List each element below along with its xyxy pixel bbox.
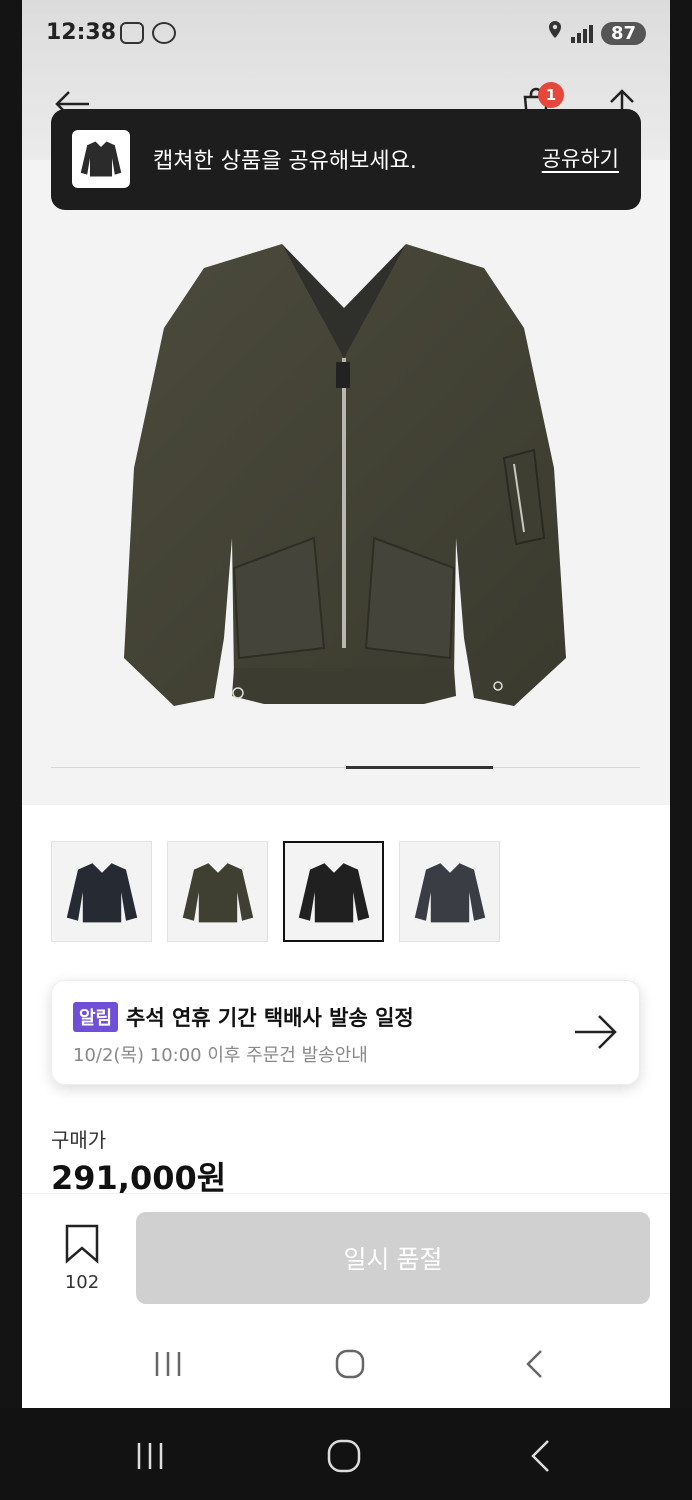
device-back-button[interactable]: [520, 1436, 560, 1476]
battery-indicator: 87: [600, 21, 646, 45]
device-frame: 12:38 87 1 캡쳐한 상품을 공유해보세요. 공유하기 알림 추석 연휴…: [0, 0, 692, 1500]
thumbnail-3[interactable]: [283, 841, 384, 942]
jacket-thumbnail-icon: [80, 141, 122, 177]
thumbnail-1-image: [66, 862, 137, 922]
home-icon: [335, 1349, 365, 1379]
bookmark-icon: [65, 1224, 99, 1264]
notification-icons: [120, 22, 176, 44]
thumbnail-2[interactable]: [167, 841, 268, 942]
toast-product-thumbnail: [72, 130, 130, 188]
device-navigation-bar: [0, 1408, 692, 1500]
signal-icon: [570, 23, 593, 43]
purchase-bar: 102 일시 품절: [22, 1193, 670, 1408]
thumbnail-4[interactable]: [399, 841, 500, 942]
location-icon: [547, 20, 563, 46]
screenshot-icon: [120, 22, 144, 44]
sold-out-button[interactable]: 일시 품절: [136, 1212, 650, 1304]
app-screen: 12:38 87 1 캡쳐한 상품을 공유해보세요. 공유하기 알림 추석 연휴…: [22, 0, 670, 1408]
home-button[interactable]: [330, 1344, 370, 1384]
recent-apps-button[interactable]: [150, 1346, 186, 1382]
image-page-indicator: [346, 766, 493, 769]
toast-share-link[interactable]: 공유하기: [542, 143, 619, 173]
thumbnail-1[interactable]: [51, 841, 152, 942]
product-image[interactable]: [104, 238, 584, 718]
product-hero: 12:38 87 1 캡쳐한 상품을 공유해보세요. 공유하기: [22, 0, 670, 805]
system-back-button[interactable]: [516, 1346, 552, 1382]
recent-apps-icon: [155, 1352, 181, 1376]
wishlist-button[interactable]: 102: [58, 1224, 106, 1293]
thumbnail-3-image: [298, 862, 369, 922]
price-label: 구매가: [51, 1128, 107, 1152]
share-toast: 캡쳐한 상품을 공유해보세요. 공유하기: [51, 109, 641, 210]
device-back-icon: [531, 1440, 549, 1472]
thumbnail-4-image: [414, 862, 485, 922]
talk-icon: [152, 22, 176, 44]
system-status: 87: [547, 20, 646, 46]
device-home-icon: [327, 1439, 361, 1473]
back-chevron-icon: [526, 1350, 542, 1378]
toast-message: 캡쳐한 상품을 공유해보세요.: [153, 149, 417, 174]
thumbnail-2-image: [182, 862, 253, 922]
holiday-shipping-notice[interactable]: 알림 추석 연휴 기간 택배사 발송 일정 10/2(목) 10:00 이후 주…: [51, 980, 640, 1085]
cart-count-badge: 1: [538, 82, 564, 108]
device-recent-apps-button[interactable]: [130, 1436, 170, 1476]
arrow-right-icon: [575, 1015, 617, 1049]
notice-title: 추석 연휴 기간 택배사 발송 일정: [126, 1006, 414, 1030]
status-bar: 12:38 87: [46, 18, 646, 52]
thumbnail-strip: [51, 841, 500, 942]
device-home-button[interactable]: [322, 1434, 366, 1478]
device-recent-apps-icon: [137, 1443, 163, 1469]
status-time: 12:38: [46, 20, 117, 45]
wishlist-count: 102: [64, 1272, 100, 1293]
app-navigation-bar: [22, 1334, 670, 1394]
notice-subtitle: 10/2(목) 10:00 이후 주문건 발송안내: [73, 1045, 368, 1066]
notice-badge: 알림: [73, 1002, 119, 1032]
